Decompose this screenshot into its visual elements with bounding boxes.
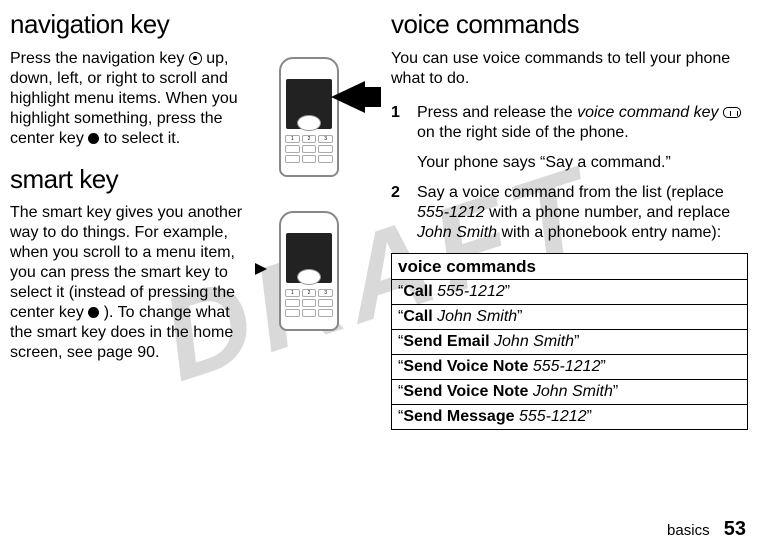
vc-cell: “Call 555-1212” — [392, 279, 748, 304]
step2-c: with a phone number, and replace — [489, 204, 730, 221]
step1-c: on the right side of the phone. — [417, 124, 629, 141]
vc-cell: “Send Voice Note John Smith” — [392, 379, 748, 404]
step2-d: John Smith — [417, 224, 497, 241]
step-1-followup: Your phone says “Say a command.” — [417, 153, 748, 173]
table-row: “Send Email John Smith” — [392, 329, 748, 354]
table-row: “Call 555-1212” — [392, 279, 748, 304]
step-2-number: 2 — [391, 183, 405, 243]
heading-voice-commands: voice commands — [391, 8, 748, 41]
step1-b: voice command key — [577, 104, 718, 121]
step-2-body: Say a voice command from the list (repla… — [417, 183, 748, 243]
left-column: navigation key 123 Press the navigation … — [10, 8, 367, 510]
vc-cell: “Send Message 555-1212” — [392, 404, 748, 429]
page-columns: navigation key 123 Press the navigation … — [0, 0, 758, 510]
step-2: 2 Say a voice command from the list (rep… — [391, 183, 748, 243]
step-1-number: 1 — [391, 103, 405, 143]
table-row: “Call John Smith” — [392, 304, 748, 329]
vc-table-header: voice commands — [392, 253, 748, 279]
table-row: “Send Voice Note John Smith” — [392, 379, 748, 404]
vc-cell: “Send Email John Smith” — [392, 329, 748, 354]
voice-commands-table: voice commands “Call 555-1212”“Call John… — [391, 253, 748, 430]
table-row: “Send Voice Note 555-1212” — [392, 354, 748, 379]
navigation-key-icon — [189, 52, 202, 65]
nav-text-c: to select it. — [104, 130, 180, 147]
footer-section: basics — [667, 522, 710, 539]
step2-e: with a phonebook entry name): — [502, 224, 722, 241]
phone-illustration-2: 123 — [249, 203, 367, 343]
phone-illustration-1: 123 — [249, 49, 367, 189]
table-row: “Send Message 555-1212” — [392, 404, 748, 429]
step2-a: Say a voice command from the list (repla… — [417, 184, 724, 201]
step-1: 1 Press and release the voice command ke… — [391, 103, 748, 143]
voice-command-key-icon — [723, 107, 741, 118]
voice-commands-intro: You can use voice commands to tell your … — [391, 49, 748, 89]
vc-cell: “Send Voice Note 555-1212” — [392, 354, 748, 379]
nav-text-a: Press the navigation key — [10, 50, 189, 67]
footer-page-number: 53 — [724, 518, 746, 540]
step1-a: Press and release the — [417, 104, 577, 121]
heading-navigation-key: navigation key — [10, 8, 367, 41]
right-column: voice commands You can use voice command… — [391, 8, 748, 510]
center-key-icon — [88, 133, 99, 144]
vc-cell: “Call John Smith” — [392, 304, 748, 329]
center-key-icon-2 — [88, 307, 99, 318]
page-footer: basics 53 — [667, 518, 746, 541]
step2-b: 555-1212 — [417, 204, 485, 221]
step-1-body: Press and release the voice command key … — [417, 103, 748, 143]
